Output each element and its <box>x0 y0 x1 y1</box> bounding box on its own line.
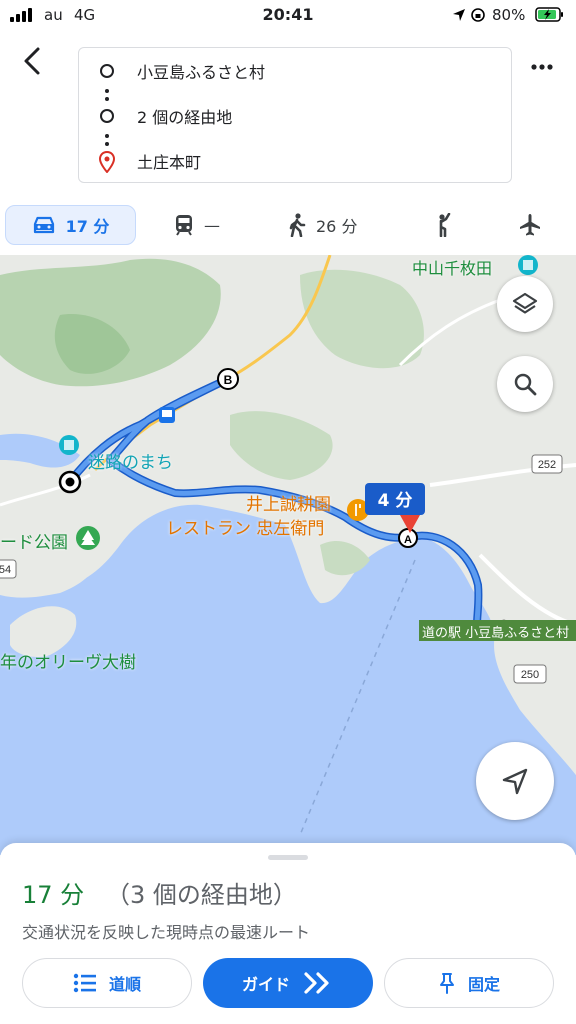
circle-icon <box>100 109 114 123</box>
label-restaurant[interactable]: レストラン 忠左衛門 <box>166 514 324 539</box>
label-olive[interactable]: 年のオリーヴ大樹 <box>0 648 136 673</box>
directions-button[interactable]: 道順 <box>22 958 192 1008</box>
pin-label: 固定 <box>467 975 500 994</box>
route-stops-panel[interactable]: 小豆島ふるさと村 2 個の経由地 土庄本町 <box>78 47 512 183</box>
stop-origin-label: 小豆島ふるさと村 <box>137 63 266 82</box>
label-michinoeki[interactable]: 道の駅 小豆島ふるさと村 <box>422 622 569 641</box>
pin-button[interactable]: 固定 <box>384 958 554 1008</box>
guide-label: ガイド <box>241 975 290 994</box>
double-chevron-right-icon <box>304 972 329 994</box>
label-park[interactable]: ード公園 <box>0 528 68 553</box>
circle-icon <box>100 64 114 78</box>
back-button[interactable] <box>16 44 48 80</box>
train-icon <box>176 215 192 236</box>
summary-description: 交通状況を反映した現時点の最速ルート <box>22 923 311 942</box>
destination-pin-icon <box>99 151 115 173</box>
drag-handle[interactable] <box>268 855 308 860</box>
dots-icon <box>105 89 109 105</box>
navigation-arrow-icon <box>502 768 528 795</box>
battery-charging-icon <box>535 7 563 22</box>
hail-ride-icon <box>439 213 451 237</box>
summary-waypoints: （3 個の経由地） <box>106 881 297 909</box>
orientation-lock-icon <box>471 8 485 22</box>
layers-icon <box>512 292 538 314</box>
walking-icon <box>289 213 306 237</box>
mode-transit-tab[interactable]: — <box>174 205 220 245</box>
map-search-button[interactable] <box>497 356 553 412</box>
airplane-icon <box>520 214 540 236</box>
label-meiro[interactable]: 迷路のまち <box>88 448 173 473</box>
pin-icon <box>439 973 454 994</box>
route-250-label: 250 <box>521 669 539 681</box>
recenter-button[interactable] <box>476 742 554 820</box>
map-view[interactable]: 252 250 54 B A 4 分 中山千枚田 迷路のまち 井上誠耕園 レスト… <box>0 255 576 855</box>
label-inoue[interactable]: 井上誠耕園 <box>246 490 331 515</box>
guide-button[interactable]: ガイド <box>203 958 373 1008</box>
chevron-left-icon <box>24 47 40 75</box>
mode-flight-tab[interactable] <box>518 205 542 245</box>
battery-percent: 80% <box>492 6 526 24</box>
label-nakayama[interactable]: 中山千枚田 <box>412 255 492 279</box>
mode-walking-tab[interactable]: 26 分 <box>288 205 357 245</box>
more-options-button[interactable] <box>528 52 558 82</box>
clock: 20:41 <box>262 5 314 24</box>
route-254-label: 54 <box>0 564 11 576</box>
layers-button[interactable] <box>497 276 553 332</box>
mode-driving-tab[interactable]: 17 分 <box>5 205 136 245</box>
waypoint-b-label: B <box>224 373 233 387</box>
summary-time: 17 分 <box>22 881 85 909</box>
stop-destination-label: 土庄本町 <box>137 153 202 172</box>
dots-icon <box>105 134 109 150</box>
route-252-label: 252 <box>538 459 556 471</box>
mode-transit-time: — <box>204 215 220 235</box>
car-icon <box>33 216 54 234</box>
eta-callout-text: 4 分 <box>378 491 413 511</box>
status-bar: au 4G 20:41 80% <box>0 0 576 32</box>
directions-label: 道順 <box>108 975 141 994</box>
route-summary-sheet: 17 分 （3 個の経由地） 交通状況を反映した現時点の最速ルート 道順 ガイド… <box>0 843 576 1024</box>
location-arrow-icon <box>453 9 465 21</box>
stop-waypoints-label: 2 個の経由地 <box>137 108 233 127</box>
search-icon <box>514 373 537 396</box>
travel-mode-bar: 17 分 — 26 分 <box>0 200 576 252</box>
more-horizontal-icon <box>531 64 553 70</box>
mode-walking-time: 26 分 <box>316 217 358 236</box>
mode-driving-time: 17 分 <box>65 217 110 236</box>
list-icon <box>73 973 96 993</box>
waypoint-a-label: A <box>404 534 412 546</box>
mode-ride-tab[interactable] <box>433 205 453 245</box>
